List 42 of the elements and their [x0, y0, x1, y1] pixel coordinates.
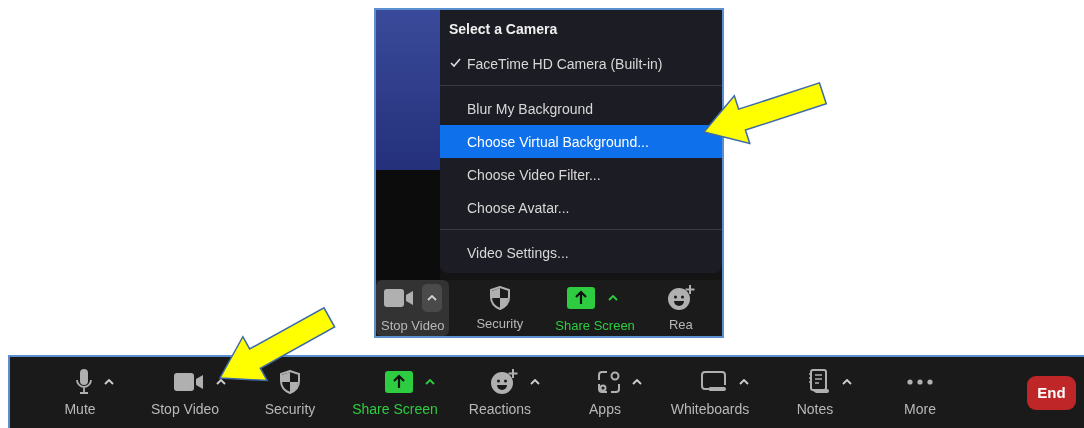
caret-icon[interactable]: [425, 379, 435, 385]
menu-item[interactable]: FaceTime HD Camera (Built-in): [440, 47, 722, 80]
toolbar-button[interactable]: Stop Video: [376, 280, 450, 336]
menu-item[interactable]: Video Settings...: [440, 236, 722, 269]
toolbar-button[interactable]: Security: [471, 280, 529, 336]
share-screen-icon: [567, 286, 596, 309]
more-dots-icon: [907, 379, 933, 385]
video-camera-icon: [174, 373, 204, 391]
end-button[interactable]: End: [1027, 375, 1076, 410]
toolbar-button[interactable]: Mute: [42, 368, 118, 417]
toolbar-button[interactable]: Rea: [661, 280, 700, 336]
menu-item[interactable]: Choose Avatar...: [440, 191, 722, 224]
share-screen-icon: [385, 371, 413, 393]
caret-icon[interactable]: [216, 379, 226, 385]
microphone-icon: [76, 369, 92, 395]
caret-icon[interactable]: [842, 379, 852, 385]
caret-icon[interactable]: [104, 379, 114, 385]
shield-icon: [279, 370, 301, 394]
video-camera-icon: [383, 288, 414, 307]
caret-icon[interactable]: [739, 379, 749, 385]
toolbar-button[interactable]: Apps: [567, 368, 643, 417]
apps-icon: [598, 371, 620, 393]
smiley-plus-icon: [666, 284, 695, 311]
smiley-plus-icon: [490, 369, 518, 395]
toolbar-button[interactable]: Notes: [777, 368, 853, 417]
menu-item[interactable]: Choose Virtual Background...: [440, 125, 722, 158]
toolbar-button[interactable]: Security: [252, 368, 328, 417]
caret-icon[interactable]: [608, 294, 619, 301]
toolbar-button[interactable]: Share Screen: [550, 280, 640, 336]
toolbar-button[interactable]: Whiteboards: [672, 368, 748, 417]
caret-icon[interactable]: [426, 294, 437, 301]
toolbar-button[interactable]: Reactions: [462, 368, 538, 417]
caret-icon[interactable]: [632, 379, 642, 385]
notes-icon: [808, 369, 830, 395]
caret-icon[interactable]: [530, 379, 540, 385]
menu-item[interactable]: Choose Video Filter...: [440, 158, 722, 191]
whiteboard-icon: [701, 371, 727, 393]
toolbar-button[interactable]: Stop Video: [147, 368, 223, 417]
menu-item[interactable]: Blur My Background: [440, 92, 722, 125]
shield-icon: [488, 285, 511, 310]
toolbar-button[interactable]: More: [882, 368, 958, 417]
menu-title: Select a Camera: [448, 20, 559, 39]
